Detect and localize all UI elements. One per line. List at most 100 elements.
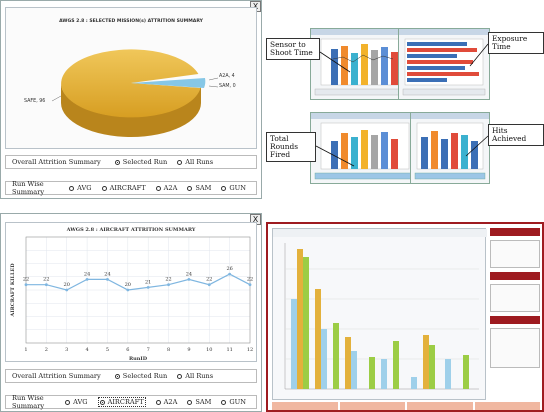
data-point	[207, 283, 211, 287]
data-label: 20	[64, 282, 70, 288]
line-chart-area: AWGS 2.8 : AIRCRAFT ATTRITION SUMMARY 22…	[5, 222, 257, 362]
mini-chart-hits-achieved	[410, 112, 490, 184]
radio-sam[interactable]: SAM	[187, 184, 211, 192]
radio-aircraft[interactable]: AIRCRAFT	[97, 397, 146, 407]
radio-dot[interactable]	[114, 159, 120, 165]
radio-a2a[interactable]: A2A	[155, 184, 177, 192]
radio-sam[interactable]: SAM	[187, 398, 211, 406]
bar	[441, 139, 448, 169]
radio-dot[interactable]	[177, 159, 183, 165]
data-point	[44, 283, 48, 287]
radio-avg[interactable]: AVG	[69, 184, 92, 192]
x-tick-label: 10	[206, 347, 212, 353]
x-tick-label: 7	[147, 347, 150, 353]
data-label: 22	[206, 277, 212, 283]
bar	[315, 289, 321, 389]
sidebar-header	[490, 272, 540, 280]
bar	[361, 130, 368, 169]
callout-exposure-time: Exposure Time	[488, 32, 544, 54]
x-tick-label: 11	[226, 347, 232, 353]
bar	[381, 47, 388, 85]
radio-selected-run[interactable]: Selected Run	[114, 372, 167, 380]
dashboard-bottom-bar	[272, 402, 540, 410]
bar	[431, 131, 438, 169]
bottom-button-3[interactable]	[407, 402, 473, 410]
bar	[407, 54, 457, 58]
pie-label-sam: SAM, 0	[219, 84, 236, 89]
radio-dot[interactable]	[187, 185, 193, 191]
radio-avg[interactable]: AVG	[65, 398, 88, 406]
bar	[471, 141, 478, 169]
bar	[411, 377, 417, 389]
overall-summary-bar: Overall Attrition Summary Selected Run A…	[5, 369, 257, 383]
data-label: 24	[186, 271, 192, 277]
radio-dot[interactable]	[114, 373, 120, 379]
dashboard-sidebar	[490, 228, 540, 400]
radio-dot[interactable]	[99, 399, 105, 405]
radio-dot[interactable]	[155, 185, 161, 191]
pie-chart	[51, 49, 219, 137]
radio-selected-run[interactable]: Selected Run	[114, 158, 167, 166]
radio-aircraft[interactable]: AIRCRAFT	[101, 184, 146, 192]
data-label: 20	[125, 282, 131, 288]
radio-dot[interactable]	[221, 185, 227, 191]
radio-dot[interactable]	[187, 399, 193, 405]
bar	[369, 357, 375, 389]
data-point	[106, 278, 109, 281]
bar	[407, 60, 473, 64]
radio-dot[interactable]	[221, 399, 227, 405]
callout-hits-achieved: Hits Achieved	[488, 124, 544, 146]
data-label: 22	[23, 277, 29, 283]
data-label: 22	[43, 277, 49, 283]
radio-gun[interactable]: GUN	[221, 398, 246, 406]
bar	[381, 132, 388, 169]
runwise-summary-label: Run Wise Summary	[12, 180, 45, 196]
radio-dot[interactable]	[69, 185, 75, 191]
bar	[407, 48, 477, 52]
bar	[361, 44, 368, 85]
x-tick-label: 9	[187, 347, 190, 353]
x-tick-label: 1	[24, 347, 27, 353]
bar	[303, 257, 309, 389]
mini-chart-exposure-time	[398, 28, 490, 100]
radio-dot[interactable]	[155, 399, 161, 405]
x-axis-label: RunID	[129, 356, 148, 362]
pie-summary-window: X AWGS 2.8 : SELECTED MISSION(s) ATTRITI…	[0, 0, 262, 199]
radio-dot[interactable]	[101, 185, 107, 191]
bar	[423, 335, 429, 389]
data-label: 26	[226, 266, 232, 272]
radio-all-runs[interactable]: All Runs	[177, 158, 213, 166]
x-tick-label: 6	[126, 347, 129, 353]
radio-dot[interactable]	[65, 399, 71, 405]
overall-summary-label: Overall Attrition Summary	[12, 158, 101, 166]
radio-gun[interactable]: GUN	[221, 184, 246, 192]
bar	[341, 133, 348, 169]
mini-hbar-chart	[399, 29, 489, 96]
bar	[461, 135, 468, 169]
bar	[451, 133, 458, 169]
callout-total-rounds: Total Rounds Fired	[266, 132, 316, 162]
data-label: 24	[84, 271, 90, 277]
radio-all-runs[interactable]: All Runs	[177, 372, 213, 380]
runwise-summary-bar: Run Wise Summary AVG AIRCRAFT A2A SAM GU…	[5, 180, 257, 196]
bar	[371, 50, 378, 85]
pie-chart-area: AWGS 2.8 : SELECTED MISSION(s) ATTRITION…	[5, 7, 257, 149]
bottom-button-4[interactable]	[474, 402, 540, 410]
data-label: 24	[104, 271, 110, 277]
line-chart: 221222203244245206217228249221026112212R…	[10, 236, 253, 362]
bar	[351, 137, 358, 169]
radio-dot[interactable]	[177, 373, 183, 379]
data-point	[146, 285, 150, 289]
data-label: 22	[247, 277, 253, 283]
bar	[381, 359, 387, 389]
data-label: 21	[145, 279, 151, 285]
data-point	[65, 288, 69, 292]
data-point	[85, 278, 89, 281]
pie-label-safe: SAFE, 96	[24, 99, 46, 104]
bar	[341, 46, 348, 85]
aircraft-attrition-window: X AWGS 2.8 : AIRCRAFT ATTRITION SUMMARY …	[0, 213, 262, 412]
bar	[463, 355, 469, 389]
bottom-button-1[interactable]	[272, 402, 338, 410]
radio-a2a[interactable]: A2A	[155, 398, 177, 406]
bottom-button-2[interactable]	[339, 402, 405, 410]
